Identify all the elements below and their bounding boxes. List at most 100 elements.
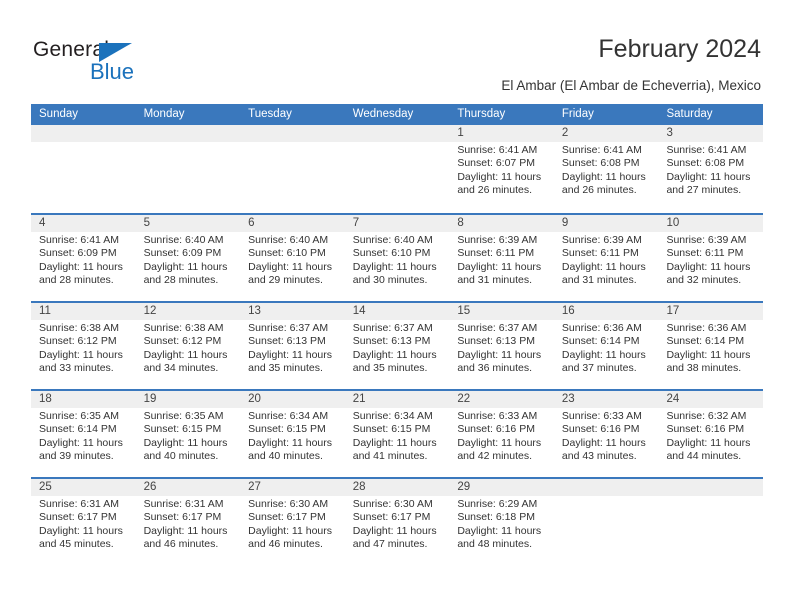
calendar-day-cell[interactable]: 18 Sunrise: 6:35 AM Sunset: 6:14 PM Dayligh… [31,391,136,477]
calendar-day-cell-empty [240,125,345,213]
calendar-day-cell[interactable]: 14 Sunrise: 6:37 AM Sunset: 6:13 PM Dayligh… [345,303,450,389]
daylight-duration-line1: Daylight: 11 hours [561,436,646,449]
daylight-duration-line1: Daylight: 11 hours [143,260,228,273]
day-number [562,479,655,496]
calendar-day-cell[interactable]: 12 Sunrise: 6:38 AM Sunset: 6:12 PM Dayligh… [136,303,241,389]
daylight-duration-line1: Daylight: 11 hours [248,436,333,449]
daylight-duration-line1: Daylight: 11 hours [561,348,646,361]
daylight-duration-line2: and 30 minutes. [352,274,428,287]
sunrise-time: Sunrise: 6:38 AM [143,322,224,334]
day-number: 8 [457,217,464,229]
calendar-day-cell[interactable]: 10 Sunrise: 6:39 AM Sunset: 6:11 PM Dayligh… [658,215,763,301]
sunrise-time: Sunrise: 6:37 AM [352,322,433,334]
calendar-day-cell[interactable]: 21 Sunrise: 6:34 AM Sunset: 6:15 PM Dayligh… [345,391,450,477]
calendar-day-cell[interactable]: 11 Sunrise: 6:38 AM Sunset: 6:12 PM Dayligh… [31,303,136,389]
sunrise-time: Sunrise: 6:41 AM [666,144,747,156]
sunset-time: Sunset: 6:14 PM [666,335,745,348]
calendar-day-cell[interactable]: 7 Sunrise: 6:40 AM Sunset: 6:10 PM Daylight… [345,215,450,301]
weekday-header-tuesday: Tuesday [248,108,292,120]
calendar-weeks: 1 Sunrise: 6:41 AM Sunset: 6:07 PM Daylight… [31,125,763,565]
day-number: 18 [39,393,52,405]
day-number [666,479,759,496]
calendar-day-cell[interactable]: 8 Sunrise: 6:39 AM Sunset: 6:11 PM Daylight… [449,215,554,301]
daylight-duration-line2: and 47 minutes. [352,538,428,551]
calendar-day-cell[interactable]: 17 Sunrise: 6:36 AM Sunset: 6:14 PM Dayligh… [658,303,763,389]
calendar-day-cell[interactable]: 4 Sunrise: 6:41 AM Sunset: 6:09 PM Daylight… [31,215,136,301]
calendar-day-cell[interactable]: 1 Sunrise: 6:41 AM Sunset: 6:07 PM Daylight… [449,125,554,213]
calendar-day-cell[interactable]: 5 Sunrise: 6:40 AM Sunset: 6:09 PM Daylight… [136,215,241,301]
calendar-day-cell[interactable]: 26 Sunrise: 6:31 AM Sunset: 6:17 PM Dayligh… [136,479,241,565]
sunrise-time: Sunrise: 6:36 AM [561,322,642,334]
day-number: 24 [666,393,680,405]
sunset-time: Sunset: 6:07 PM [457,157,535,170]
day-sun-info: Sunrise: 6:39 AM Sunset: 6:11 PM Daylight:… [562,234,655,288]
calendar-day-cell[interactable]: 3 Sunrise: 6:41 AM Sunset: 6:08 PM Daylight… [658,125,763,213]
sunset-time: Sunset: 6:15 PM [143,423,222,436]
calendar-day-cell[interactable]: 23 Sunrise: 6:33 AM Sunset: 6:16 PM Dayligh… [554,391,659,477]
general-blue-logo[interactable]: General Blue [33,38,213,86]
day-number: 23 [561,393,575,405]
day-sun-info: Sunrise: 6:30 AM Sunset: 6:17 PM Daylight:… [248,498,341,552]
day-sun-info: Sunrise: 6:34 AM Sunset: 6:15 PM Daylight:… [353,410,446,464]
daylight-duration-line2: and 40 minutes. [248,450,323,463]
page-title: February 2024 [598,35,761,63]
day-number: 5 [143,217,150,229]
calendar-day-cell[interactable]: 13 Sunrise: 6:37 AM Sunset: 6:13 PM Dayligh… [240,303,345,389]
day-number: 11 [39,305,51,317]
day-number: 9 [561,217,569,229]
calendar-day-cell[interactable]: 22 Sunrise: 6:33 AM Sunset: 6:16 PM Dayligh… [449,391,554,477]
calendar-week-row: 4 Sunrise: 6:41 AM Sunset: 6:09 PM Daylight… [31,213,763,301]
daylight-duration-line2: and 46 minutes. [143,538,219,551]
daylight-duration-line1: Daylight: 11 hours [666,348,751,361]
sunset-time: Sunset: 6:12 PM [143,335,222,348]
day-sun-info: Sunrise: 6:35 AM Sunset: 6:15 PM Daylight:… [144,410,237,464]
daylight-duration-line1: Daylight: 11 hours [666,260,751,273]
weekday-header-row: Sunday Monday Tuesday Wednesday Thursday Frid… [31,104,763,125]
sunrise-time: Sunrise: 6:40 AM [143,234,224,246]
day-sun-info: Sunrise: 6:33 AM Sunset: 6:16 PM Daylight:… [457,410,550,464]
sunset-time: Sunset: 6:16 PM [561,423,640,436]
sunrise-time: Sunrise: 6:33 AM [457,410,538,422]
daylight-duration-line2: and 28 minutes. [39,274,114,287]
calendar-day-cell[interactable]: 6 Sunrise: 6:40 AM Sunset: 6:10 PM Daylight… [240,215,345,301]
daylight-duration-line1: Daylight: 11 hours [248,260,333,273]
day-sun-info: Sunrise: 6:41 AM Sunset: 6:07 PM Daylight:… [457,144,550,198]
calendar-day-cell[interactable]: 20 Sunrise: 6:34 AM Sunset: 6:15 PM Dayligh… [240,391,345,477]
calendar-day-cell[interactable]: 29 Sunrise: 6:29 AM Sunset: 6:18 PM Dayligh… [449,479,554,565]
calendar-week-days: 18 Sunrise: 6:35 AM Sunset: 6:14 PM Dayligh… [31,391,763,477]
sunset-time: Sunset: 6:18 PM [457,511,535,524]
sunrise-time: Sunrise: 6:41 AM [561,144,642,156]
calendar-day-cell-empty [658,479,763,565]
calendar-day-cell[interactable]: 15 Sunrise: 6:37 AM Sunset: 6:13 PM Dayligh… [449,303,554,389]
daylight-duration-line2: and 40 minutes. [143,450,219,463]
calendar-day-cell[interactable]: 24 Sunrise: 6:32 AM Sunset: 6:16 PM Dayligh… [658,391,763,477]
sunset-time: Sunset: 6:17 PM [352,511,431,524]
calendar-week-days: 4 Sunrise: 6:41 AM Sunset: 6:09 PM Daylight… [31,215,763,301]
daylight-duration-line2: and 44 minutes. [666,450,742,463]
calendar-day-cell[interactable]: 28 Sunrise: 6:30 AM Sunset: 6:17 PM Dayligh… [345,479,450,565]
calendar-week-days: 1 Sunrise: 6:41 AM Sunset: 6:07 PM Daylight… [31,125,763,213]
calendar-day-cell[interactable]: 16 Sunrise: 6:36 AM Sunset: 6:14 PM Dayligh… [554,303,659,389]
sunset-time: Sunset: 6:11 PM [561,247,639,260]
calendar-day-cell[interactable]: 19 Sunrise: 6:35 AM Sunset: 6:15 PM Dayligh… [136,391,241,477]
daylight-duration-line1: Daylight: 11 hours [143,436,228,449]
day-sun-info: Sunrise: 6:35 AM Sunset: 6:14 PM Daylight:… [39,410,132,464]
day-sun-info: Sunrise: 6:31 AM Sunset: 6:17 PM Daylight:… [39,498,132,552]
calendar-day-cell[interactable]: 2 Sunrise: 6:41 AM Sunset: 6:08 PM Daylight… [554,125,659,213]
daylight-duration-line2: and 33 minutes. [39,362,114,375]
sunset-time: Sunset: 6:08 PM [561,157,640,170]
daylight-duration-line1: Daylight: 11 hours [39,436,123,449]
calendar-day-cell-empty [345,125,450,213]
daylight-duration-line1: Daylight: 11 hours [248,348,333,361]
calendar-day-cell[interactable]: 9 Sunrise: 6:39 AM Sunset: 6:11 PM Daylight… [554,215,659,301]
daylight-duration-line1: Daylight: 11 hours [39,348,123,361]
calendar-day-cell[interactable]: 25 Sunrise: 6:31 AM Sunset: 6:17 PM Dayligh… [31,479,136,565]
calendar-day-cell[interactable]: 27 Sunrise: 6:30 AM Sunset: 6:17 PM Dayligh… [240,479,345,565]
logo-text-blue: Blue [90,59,135,84]
sunset-time: Sunset: 6:10 PM [248,247,326,260]
daylight-duration-line2: and 39 minutes. [39,450,114,463]
sunrise-time: Sunrise: 6:41 AM [39,234,119,246]
daylight-duration-line2: and 37 minutes. [561,362,637,375]
daylight-duration-line2: and 36 minutes. [457,362,533,375]
calendar-week-days: 11 Sunrise: 6:38 AM Sunset: 6:12 PM Dayligh… [31,303,763,389]
